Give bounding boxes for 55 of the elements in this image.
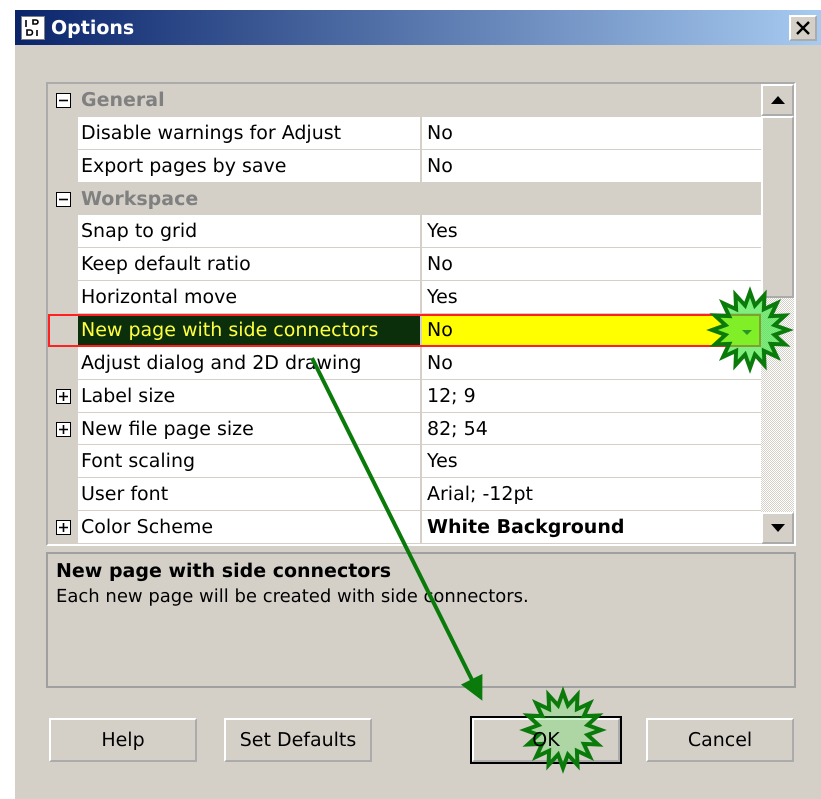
property-name: Label size: [78, 380, 422, 413]
close-icon: [795, 20, 811, 34]
property-value: 12; 9: [422, 380, 761, 413]
property-row[interactable]: Label size 12; 9: [48, 380, 761, 413]
property-value: White Background: [422, 511, 761, 544]
property-value: No: [422, 346, 761, 380]
property-row[interactable]: New file page size 82; 54: [48, 412, 761, 446]
property-row[interactable]: Font scaling Yes: [48, 445, 761, 478]
scroll-down-button[interactable]: [761, 512, 794, 544]
property-row[interactable]: Disable warnings for Adjust No: [48, 116, 761, 150]
description-title: New page with side connectors: [56, 560, 392, 582]
collapse-icon[interactable]: [56, 192, 70, 206]
up-arrow-icon: [770, 96, 784, 104]
expand-icon[interactable]: [56, 422, 70, 437]
scroll-up-button[interactable]: [761, 84, 794, 116]
property-value: No: [422, 116, 761, 150]
scroll-thumb[interactable]: [761, 116, 794, 298]
close-button[interactable]: [789, 14, 817, 40]
property-row[interactable]: User font Arial; -12pt: [48, 478, 761, 512]
property-value: 82; 54: [422, 412, 761, 446]
property-row[interactable]: Color Scheme White Background: [48, 511, 761, 544]
scrollbar[interactable]: [761, 84, 794, 544]
app-icon: [21, 16, 45, 40]
property-value: Yes: [422, 281, 761, 314]
window-title: Options: [51, 16, 136, 38]
property-value: No: [422, 248, 761, 282]
property-row[interactable]: Keep default ratio No: [48, 248, 761, 282]
down-arrow-icon: [770, 524, 784, 532]
property-value: Yes: [422, 215, 761, 248]
property-value: No: [422, 314, 761, 347]
property-name: New page with side connectors: [78, 314, 422, 347]
property-name: Disable warnings for Adjust: [78, 116, 422, 150]
dialog-button[interactable]: Set Defaults: [224, 718, 372, 762]
property-name: Export pages by save: [78, 150, 422, 183]
dialog-button[interactable]: Help: [49, 718, 197, 762]
property-name: New file page size: [78, 412, 422, 446]
expand-icon[interactable]: [56, 520, 70, 536]
dialog-button[interactable]: Cancel: [646, 718, 794, 762]
property-name: User font: [78, 478, 422, 512]
category-label: General: [80, 88, 166, 114]
property-name: Snap to grid: [78, 215, 422, 248]
expand-icon[interactable]: [56, 388, 70, 404]
property-value: No: [422, 150, 761, 183]
category-label: Workspace: [80, 187, 200, 212]
property-row[interactable]: New page with side connectors No: [48, 314, 761, 347]
property-name: Color Scheme: [78, 511, 422, 544]
property-name: Font scaling: [78, 445, 422, 478]
property-row[interactable]: Export pages by save No: [48, 150, 761, 183]
collapse-icon[interactable]: [56, 92, 70, 108]
property-row[interactable]: Snap to grid Yes: [48, 215, 761, 248]
property-value: Arial; -12pt: [422, 478, 761, 512]
property-name: Keep default ratio: [78, 248, 422, 282]
property-row[interactable]: Horizontal move Yes: [48, 281, 761, 314]
property-value: Yes: [422, 445, 761, 478]
property-name: Horizontal move: [78, 281, 422, 314]
